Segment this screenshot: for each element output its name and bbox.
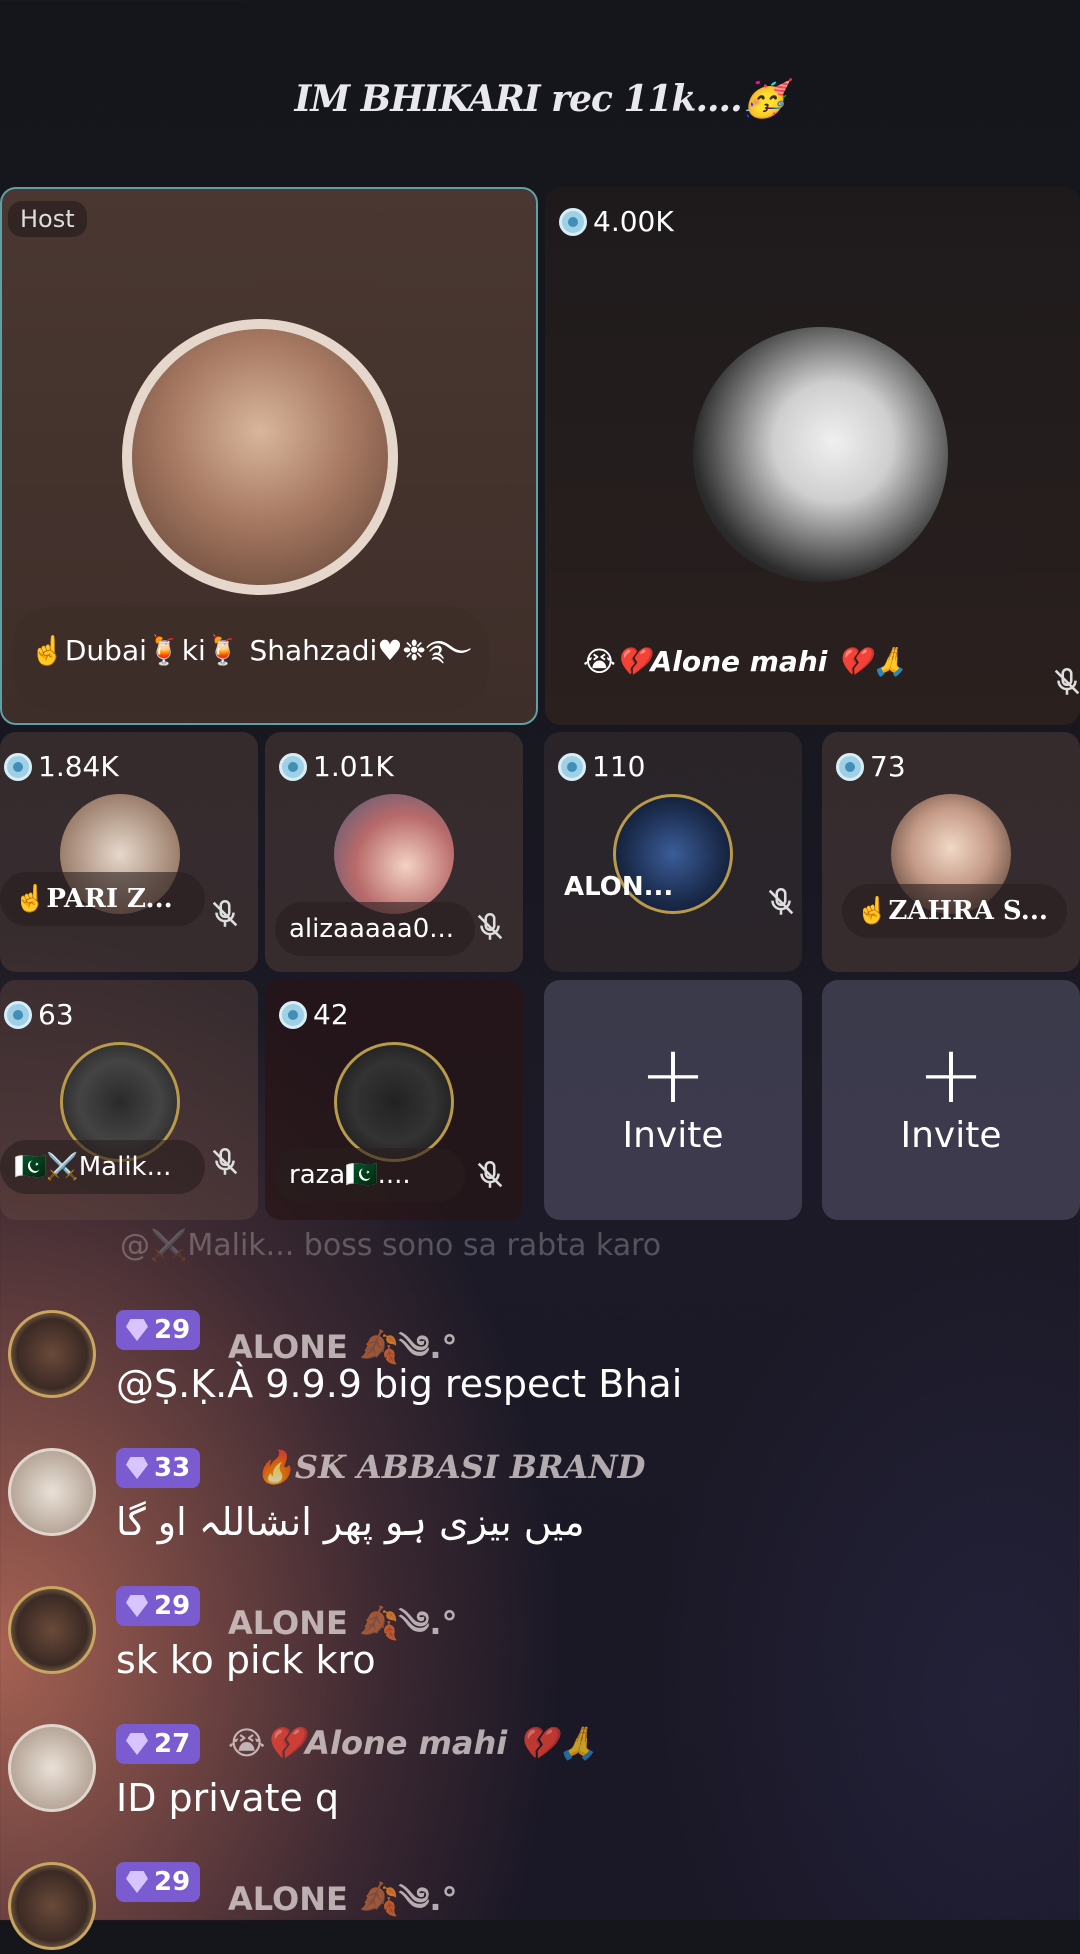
seat-coins: 1.01K [279, 750, 394, 783]
coin-icon [4, 752, 32, 781]
seat-name: ALON... [564, 872, 674, 902]
seat-avatar[interactable] [693, 327, 948, 582]
chat-text: میں بیزی ہو پھر انشاللہ او گا [116, 1500, 585, 1544]
seat-name: raza🇵🇰.... [275, 1148, 465, 1202]
gem-icon [126, 1319, 148, 1341]
level-badge: 29 [116, 1586, 201, 1626]
seat-coins: 73 [836, 750, 906, 783]
host-name: ☝️Dubai🍹ki🍹 Shahzadi♥︎❉࿐ [12, 607, 490, 710]
level-badge: 27 [116, 1724, 201, 1764]
seat-coins: 63 [4, 998, 74, 1031]
seat-7[interactable]: 63 🇵🇰⚔️Malik... [0, 980, 258, 1220]
coin-value: 63 [38, 998, 74, 1031]
room-title: IM BHIKARI rec 11k....🥳 [294, 78, 787, 120]
chat-text: @Ṣ.Ḳ.À 9.9.9 big respect Bhai [116, 1362, 683, 1406]
seat-name: 🇵🇰⚔️Malik... [0, 1140, 205, 1194]
seat-name: ☝️PARI Z... [0, 872, 205, 926]
coin-icon [836, 752, 864, 781]
plus-icon: + [639, 1028, 707, 1121]
coin-value: 1.84K [38, 750, 119, 783]
seat-4[interactable]: 1.01K alizaaaaa0... [265, 732, 523, 972]
seat-name: alizaaaaa0... [275, 902, 475, 956]
level-value: 27 [154, 1729, 191, 1759]
level-badge: 29 [116, 1862, 201, 1902]
seat-coins: 4.00K [559, 205, 674, 238]
host-label: Host [8, 201, 87, 237]
level-value: 29 [154, 1867, 191, 1897]
chat-avatar[interactable] [8, 1448, 96, 1536]
gem-icon [126, 1595, 148, 1617]
chat-avatar[interactable] [8, 1862, 96, 1950]
host-avatar[interactable] [122, 319, 398, 595]
chat-avatar[interactable] [8, 1724, 96, 1812]
coin-value: 1.01K [313, 750, 394, 783]
chat-avatar[interactable] [8, 1586, 96, 1674]
gem-icon [126, 1457, 148, 1479]
seat-coins: 42 [279, 998, 349, 1031]
coin-value: 110 [592, 750, 646, 783]
seat-2[interactable]: 4.00K 😭💔Alone mahi 💔🙏 [545, 187, 1080, 725]
coin-icon [559, 207, 587, 236]
coin-icon [4, 1000, 32, 1029]
invite-label: Invite [622, 1115, 724, 1156]
level-value: 29 [154, 1315, 191, 1345]
chat-text: ID private q [116, 1776, 340, 1820]
mic-muted-icon [473, 1158, 507, 1192]
mic-muted-icon [1050, 665, 1080, 699]
coin-icon [279, 1000, 307, 1029]
seat-name: 😭💔Alone mahi 💔🙏 [583, 645, 907, 678]
chat-avatar[interactable] [8, 1310, 96, 1398]
host-seat[interactable]: Host ☝️Dubai🍹ki🍹 Shahzadi♥︎❉࿐ [0, 187, 538, 725]
plus-icon: + [917, 1028, 985, 1121]
seat-name: ☝️ZAHRA S... [842, 884, 1067, 938]
coin-value: 4.00K [593, 205, 674, 238]
level-value: 29 [154, 1591, 191, 1621]
chat-username[interactable]: ALONE 🍂༄.° [228, 1864, 458, 1954]
invite-seat[interactable]: + Invite [822, 980, 1080, 1220]
seat-5[interactable]: 110 ALON... [544, 732, 802, 972]
gem-icon [126, 1871, 148, 1893]
invite-seat[interactable]: + Invite [544, 980, 802, 1220]
seat-coins: 110 [558, 750, 645, 783]
level-badge: 33 [116, 1448, 201, 1488]
mic-muted-icon [208, 1145, 242, 1179]
coin-icon [279, 752, 307, 781]
mic-muted-icon [764, 885, 798, 919]
chat-username[interactable]: 🔥SK ABBASI BRAND [255, 1448, 645, 1486]
level-value: 33 [154, 1453, 191, 1483]
level-badge: 29 [116, 1310, 201, 1350]
gem-icon [126, 1733, 148, 1755]
seat-avatar[interactable] [334, 1042, 454, 1162]
coin-value: 42 [313, 998, 349, 1031]
seat-coins: 1.84K [4, 750, 119, 783]
chat-username[interactable]: 😭💔Alone mahi 💔🙏 [228, 1724, 598, 1762]
chat-text: sk ko pick kro [116, 1638, 376, 1682]
mic-muted-icon [208, 897, 242, 931]
invite-label: Invite [900, 1115, 1002, 1156]
seat-8[interactable]: 42 raza🇵🇰.... [265, 980, 523, 1220]
chat-ghost-message: @⚔️Malik... boss sono sa rabta karo [120, 1228, 662, 1263]
seat-3[interactable]: 1.84K ☝️PARI Z... [0, 732, 258, 972]
mic-muted-icon [473, 910, 507, 944]
coin-value: 73 [870, 750, 906, 783]
seat-avatar[interactable] [334, 794, 454, 914]
coin-icon [558, 752, 586, 781]
seat-6[interactable]: 73 ☝️ZAHRA S... [822, 732, 1080, 972]
